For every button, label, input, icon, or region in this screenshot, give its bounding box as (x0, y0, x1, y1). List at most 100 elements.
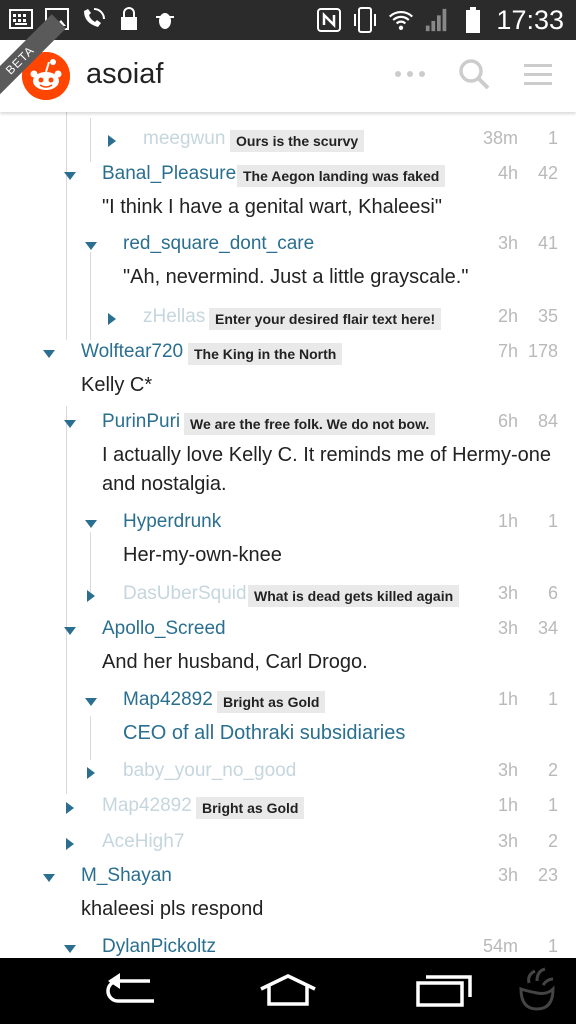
comment-author[interactable]: DasUberSquid (123, 583, 247, 605)
comment-time: 3h (497, 760, 518, 780)
comment-score: 34 (537, 618, 558, 638)
comment-author[interactable]: AceHigh7 (102, 831, 184, 853)
home-icon[interactable] (248, 970, 328, 1010)
comment-score: 178 (527, 341, 558, 361)
expand-icon[interactable] (82, 587, 100, 605)
app-bar: BETA asoiaf (0, 14, 576, 112)
collapse-icon[interactable] (40, 345, 58, 363)
comment-author[interactable]: zHellas (143, 306, 205, 328)
comment-score: 6 (547, 583, 558, 603)
thread-line (90, 716, 91, 760)
comment-time: 1h (497, 689, 518, 709)
comment-time: 54m (482, 936, 518, 956)
comment-time: 3h (497, 618, 518, 638)
navigation-bar (0, 958, 576, 1024)
comment-author[interactable]: Map42892 (102, 795, 192, 817)
comment-score: 42 (537, 163, 558, 183)
signal-icon (424, 7, 450, 33)
vibrate-icon (352, 7, 378, 33)
collapse-icon[interactable] (61, 415, 79, 433)
user-flair: What is dead gets killed again (248, 585, 460, 607)
comment-body: Her-my-own-knee (123, 544, 282, 566)
clock: 17:33 (496, 4, 564, 35)
comment-time: 1h (497, 795, 518, 815)
comment-score: 23 (537, 865, 558, 885)
collapse-icon[interactable] (82, 515, 100, 533)
comment-author[interactable]: Map42892 (123, 689, 213, 711)
comment-score: 1 (547, 511, 558, 531)
expand-icon[interactable] (61, 799, 79, 817)
status-bar: 17:33 (0, 0, 576, 40)
comment-score: 2 (547, 760, 558, 780)
comment-author[interactable]: baby_your_no_good (123, 760, 296, 782)
comment-body: khaleesi pls respond (81, 898, 264, 920)
recent-apps-icon[interactable] (404, 970, 484, 1010)
comment-list[interactable]: meegwun Ours is the scurvy 38m 1 Banal_P… (0, 112, 576, 958)
comment-author[interactable]: DylanPickoltz (102, 936, 216, 958)
comment-body: "Ah, nevermind. Just a little grayscale.… (123, 266, 469, 288)
collapse-icon[interactable] (61, 940, 79, 958)
comment-time: 6h (497, 411, 518, 431)
user-flair: The Aegon landing was faked (237, 165, 446, 187)
comment-time: 4h (497, 163, 518, 183)
user-flair: Bright as Gold (196, 797, 305, 819)
more-icon[interactable] (390, 54, 430, 94)
nfc-icon (316, 7, 342, 33)
expand-icon[interactable] (82, 764, 100, 782)
comment-score: 1 (547, 128, 558, 148)
comment-body: Kelly C* (81, 374, 153, 396)
comment-time: 2h (497, 306, 518, 326)
search-icon[interactable] (454, 54, 494, 94)
hidden-comment-row (0, 112, 576, 118)
menu-icon[interactable] (518, 54, 558, 94)
comment-author[interactable]: meegwun (143, 128, 225, 150)
expand-icon[interactable] (61, 835, 79, 853)
battery-icon (460, 7, 486, 33)
user-flair: We are the free folk. We do not bow. (184, 413, 436, 435)
expand-icon[interactable] (103, 132, 121, 150)
collapse-icon[interactable] (40, 869, 58, 887)
comment-time: 38m (482, 128, 518, 148)
comment-score: 1 (547, 936, 558, 956)
comment-author[interactable]: Apollo_Screed (102, 618, 226, 640)
wifi-call-icon (80, 6, 106, 32)
debug-icon (152, 6, 178, 32)
comment-author[interactable]: Wolftear720 (81, 341, 183, 363)
comment-score: 84 (537, 411, 558, 431)
comment-body: "I think I have a genital wart, Khaleesi… (102, 196, 442, 218)
user-flair: Enter your desired flair text here! (209, 308, 442, 330)
comment-body: I actually love Kelly C. It reminds me o… (102, 444, 552, 495)
comment-time: 3h (497, 583, 518, 603)
comment-body: And her husband, Carl Drogo. (102, 651, 368, 673)
subreddit-title: asoiaf (86, 58, 164, 90)
comment-score: 41 (537, 233, 558, 253)
comment-score: 1 (547, 795, 558, 815)
comment-score: 35 (537, 306, 558, 326)
comment-author[interactable]: red_square_dont_care (123, 233, 314, 255)
back-icon[interactable] (92, 970, 172, 1010)
comment-author[interactable]: Hyperdrunk (123, 511, 221, 533)
collapse-icon[interactable] (61, 167, 79, 185)
comment-time: 1h (497, 511, 518, 531)
user-flair: Bright as Gold (217, 691, 326, 713)
comment-score: 1 (547, 689, 558, 709)
comment-score: 2 (547, 831, 558, 851)
collapse-icon[interactable] (82, 693, 100, 711)
expand-icon[interactable] (103, 310, 121, 328)
overlay-app-icon[interactable] (506, 967, 566, 1011)
collapse-icon[interactable] (82, 237, 100, 255)
comment-time: 3h (497, 831, 518, 851)
comment-time: 7h (497, 341, 518, 361)
user-flair: Ours is the scurvy (230, 130, 365, 152)
comment-body-link[interactable]: CEO of all Dothraki subsidiaries (123, 719, 405, 748)
collapse-icon[interactable] (61, 622, 79, 640)
comment-author[interactable]: PurinPuri (102, 411, 180, 433)
comment-author[interactable]: Banal_Pleasure (102, 163, 236, 185)
comment-author[interactable]: M_Shayan (81, 865, 172, 887)
comment-time: 3h (497, 865, 518, 885)
user-flair: The King in the North (188, 343, 343, 365)
comment-time: 3h (497, 233, 518, 253)
wifi-icon (388, 7, 414, 33)
keyboard-icon (8, 6, 34, 32)
lock-icon (116, 6, 142, 32)
